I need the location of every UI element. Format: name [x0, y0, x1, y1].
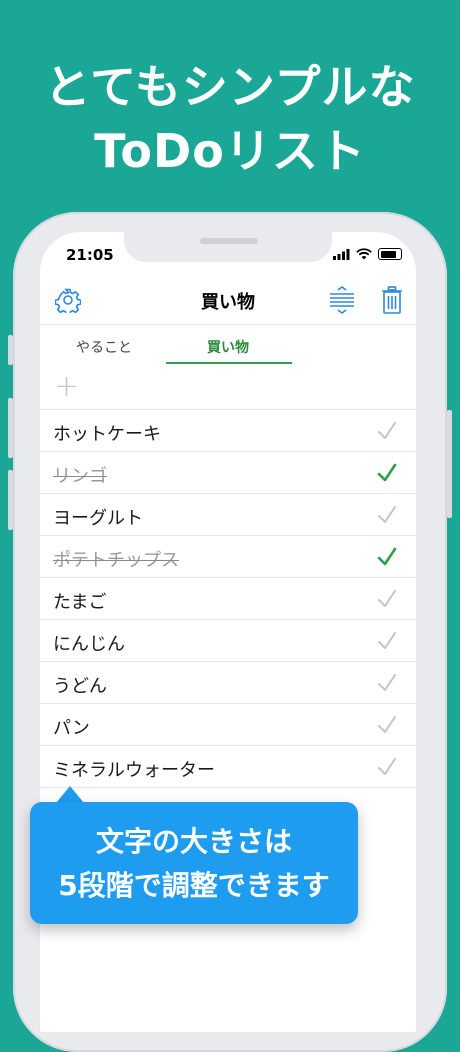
list-item-text: リンゴ: [53, 466, 107, 487]
status-icons: [333, 248, 402, 260]
checkmark-icon[interactable]: [376, 714, 398, 736]
list-item[interactable]: ミネラルウォーター: [40, 746, 416, 788]
list-item[interactable]: パン: [40, 704, 416, 746]
tab-todo[interactable]: やること: [44, 337, 164, 357]
list-item[interactable]: ヨーグルト: [40, 494, 416, 536]
speaker: [200, 238, 258, 244]
phone-mute-switch: [8, 335, 13, 365]
list-item-text: たまご: [53, 592, 107, 613]
todo-list: ホットケーキ リンゴヨーグルトポテトチップス たまごにんじんうどんパンミネラルウォー…: [40, 410, 416, 788]
list-item[interactable]: ポテトチップス: [40, 536, 416, 578]
callout-bubble: 文字の大きさは 5段階で調整できます: [30, 802, 358, 924]
phone-volume-up: [8, 398, 13, 458]
list-item-text: ヨーグルト: [53, 508, 143, 529]
trash-icon: [382, 286, 402, 314]
notch: [124, 232, 332, 262]
phone-power-button: [447, 410, 452, 518]
list-item[interactable]: たまご: [40, 578, 416, 620]
checkmark-icon[interactable]: [376, 630, 398, 652]
tab-selected-indicator: [166, 362, 292, 364]
checkmark-icon[interactable]: [376, 504, 398, 526]
signal-icon: [333, 248, 350, 260]
list-item-text: パン: [53, 718, 90, 739]
list-item[interactable]: にんじん: [40, 620, 416, 662]
wifi-icon: [356, 248, 372, 260]
list-item[interactable]: リンゴ: [40, 452, 416, 494]
phone-volume-down: [8, 470, 13, 530]
list-item[interactable]: ホットケーキ: [40, 410, 416, 452]
list-item[interactable]: うどん: [40, 662, 416, 704]
callout-tail: [56, 786, 84, 803]
text-size-button[interactable]: [326, 284, 358, 316]
checkmark-icon[interactable]: [376, 420, 398, 442]
checkmark-icon[interactable]: [376, 462, 398, 484]
list-item-text: ホットケーキ: [53, 424, 161, 445]
add-item-row[interactable]: +: [40, 367, 416, 410]
tab-shopping[interactable]: 買い物: [168, 337, 288, 357]
list-item-text: ポテトチップス: [53, 550, 179, 571]
list-item-text: うどん: [53, 676, 107, 697]
nav-bar: 買い物: [40, 276, 416, 324]
callout-line2: 5段階で調整できます: [58, 869, 330, 902]
checkmark-icon[interactable]: [376, 546, 398, 568]
tab-bar: やること 買い物: [40, 324, 416, 365]
checkmark-icon[interactable]: [376, 588, 398, 610]
status-time: 21:05: [66, 246, 114, 264]
promo-headline-line2: ToDoリスト: [94, 124, 366, 178]
promo-headline-line1: とてもシンプルな: [44, 60, 416, 114]
list-item-text: にんじん: [53, 634, 125, 655]
checkmark-icon[interactable]: [376, 672, 398, 694]
list-item-text: ミネラルウォーター: [53, 760, 215, 781]
nav-title: 買い物: [201, 292, 255, 313]
callout-line1: 文字の大きさは: [95, 825, 292, 858]
checkmark-icon[interactable]: [376, 756, 398, 778]
plus-icon[interactable]: +: [54, 371, 79, 403]
battery-icon: [378, 248, 402, 260]
delete-button[interactable]: [376, 284, 408, 316]
text-size-icon: [330, 286, 354, 314]
